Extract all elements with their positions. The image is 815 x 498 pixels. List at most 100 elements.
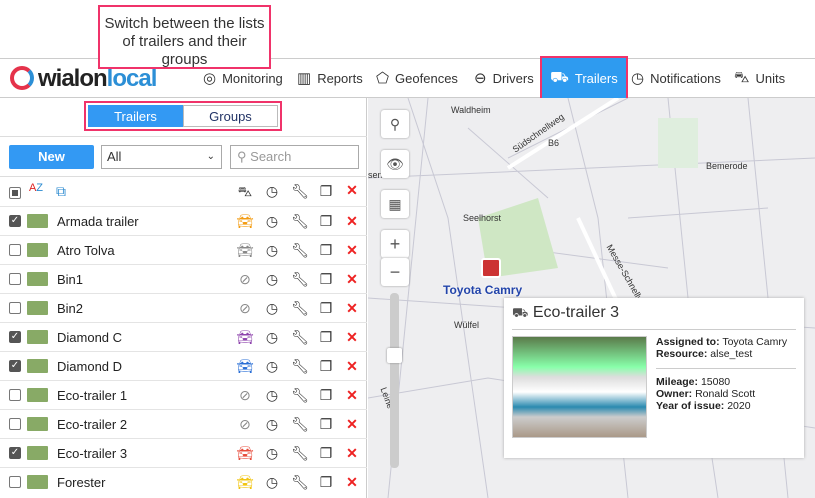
table-row[interactable]: Bin1 ⊘ ◷ 🔧︎ ❐ ✕ [0,264,367,293]
copy-icon[interactable]: ❐ [317,300,335,317]
wrench-icon[interactable]: 🔧︎ [291,387,309,404]
trailer-name[interactable]: Atro Tolva [57,243,115,258]
tab-trailers[interactable]: Trailers [88,105,183,127]
wrench-icon[interactable]: 🔧︎ [291,242,309,259]
wrench-icon[interactable]: 🔧︎ [291,416,309,433]
copy-icon[interactable]: ❐ [317,358,335,375]
trailer-name[interactable]: Bin2 [57,301,83,316]
row-checkbox[interactable]: ✓ [9,360,21,372]
row-checkbox[interactable] [9,302,21,314]
wrench-icon[interactable]: 🔧︎ [291,329,309,346]
unit-map-label[interactable]: Toyota Camry [443,283,522,297]
table-row[interactable]: ✓ Diamond D 🚘︎ ◷ 🔧︎ ❐ ✕ [0,351,367,380]
delete-icon[interactable]: ✕ [343,358,361,375]
copy-icon[interactable]: ❐ [317,474,335,491]
table-row[interactable]: Atro Tolva 🚘︎ ◷ 🔧︎ ❐ ✕ [0,235,367,264]
search-input[interactable]: ⚲ Search [230,145,359,169]
sort-az-icon[interactable]: AZ [27,182,45,194]
wrench-icon[interactable]: 🔧︎ [291,183,309,200]
unit-car-icon[interactable]: 🚘︎ [236,329,254,346]
delete-icon[interactable]: ✕ [343,213,361,230]
history-icon[interactable]: ◷ [263,387,281,404]
copy-icon[interactable]: ❐ [317,445,335,462]
unit-car-icon[interactable]: 🚘︎ [236,445,254,462]
table-row[interactable]: ✓ Eco-trailer 3 🚘︎ ◷ 🔧︎ ❐ ✕ [0,438,367,467]
history-icon[interactable]: ◷ [263,416,281,433]
delete-icon[interactable]: ✕ [343,242,361,259]
wrench-icon[interactable]: 🔧︎ [291,445,309,462]
wrench-icon[interactable]: 🔧︎ [291,213,309,230]
trailer-name[interactable]: Eco-trailer 2 [57,417,127,432]
table-row[interactable]: ✓ Armada trailer 🚘︎ ◷ 🔧︎ ❐ ✕ [0,206,367,235]
nav-reports[interactable]: ▥ Reports [297,59,363,97]
history-icon[interactable]: ◷ [263,358,281,375]
copy-icon[interactable]: ❐ [317,416,335,433]
trailer-name[interactable]: Armada trailer [57,214,139,229]
select-all-checkbox[interactable] [9,187,21,199]
wrench-icon[interactable]: 🔧︎ [291,358,309,375]
zoom-out-button[interactable]: − [381,258,409,286]
copy-icon[interactable]: ❐ [317,242,335,259]
history-icon[interactable]: ◷ [263,213,281,230]
trailer-name[interactable]: Bin1 [57,272,83,287]
wrench-icon[interactable]: 🔧︎ [291,474,309,491]
delete-icon[interactable]: ✕ [343,271,361,288]
unlink-icon[interactable]: ⊘ [236,387,254,404]
trailer-name[interactable]: Eco-trailer 1 [57,388,127,403]
copy-icon[interactable]: ❐ [317,271,335,288]
history-icon[interactable]: ◷ [263,183,281,200]
delete-icon[interactable]: ✕ [343,300,361,317]
unit-car-icon[interactable]: 🚘︎ [236,242,254,259]
delete-icon[interactable]: ✕ [343,474,361,491]
delete-icon[interactable]: ✕ [343,182,361,199]
nav-notifications[interactable]: ◷ Notifications [631,59,721,97]
unit-car-icon[interactable]: 🚘︎ [236,358,254,375]
history-icon[interactable]: ◷ [263,329,281,346]
row-checkbox[interactable]: ✓ [9,331,21,343]
wrench-icon[interactable]: 🔧︎ [291,300,309,317]
trailer-name[interactable]: Diamond C [57,330,122,345]
zoom-in-button[interactable]: + [381,230,409,258]
trailer-name[interactable]: Eco-trailer 3 [57,446,127,461]
zoom-slider-handle[interactable] [387,348,402,363]
row-checkbox[interactable]: ✓ [9,215,21,227]
wrench-icon[interactable]: 🔧︎ [291,271,309,288]
tab-groups[interactable]: Groups [183,105,278,127]
copy-icon[interactable]: ❐ [317,387,335,404]
nav-units[interactable]: ⛍ Units [734,59,785,97]
history-icon[interactable]: ◷ [263,271,281,288]
delete-icon[interactable]: ✕ [343,329,361,346]
delete-icon[interactable]: ✕ [343,416,361,433]
delete-icon[interactable]: ✕ [343,445,361,462]
table-row[interactable]: Eco-trailer 2 ⊘ ◷ 🔧︎ ❐ ✕ [0,409,367,438]
history-icon[interactable]: ◷ [263,242,281,259]
row-checkbox[interactable]: ✓ [9,447,21,459]
new-button[interactable]: New [9,145,94,169]
copy-icon[interactable]: ❐ [317,329,335,346]
table-row[interactable]: Bin2 ⊘ ◷ 🔧︎ ❐ ✕ [0,293,367,322]
table-row[interactable]: Forester 🚘︎ ◷ 🔧︎ ❐ ✕ [0,467,367,496]
delete-icon[interactable]: ✕ [343,387,361,404]
row-checkbox[interactable] [9,244,21,256]
history-icon[interactable]: ◷ [263,445,281,462]
group-icon[interactable]: ⧉ [52,183,70,200]
unit-car-icon[interactable]: 🚘︎ [236,213,254,230]
nav-drivers[interactable]: ⊖ Drivers [474,59,534,97]
unlink-icon[interactable]: ⊘ [236,300,254,317]
map-visibility-button[interactable]: 👁︎ [381,150,409,178]
nav-trailers[interactable]: ⛟ Trailers [540,56,628,100]
table-row[interactable]: Eco-trailer 1 ⊘ ◷ 🔧︎ ❐ ✕ [0,380,367,409]
unit-column-icon[interactable]: ⛍ [236,183,254,202]
filter-select[interactable]: All ⌄ [101,145,222,169]
row-checkbox[interactable] [9,476,21,488]
unit-car-icon[interactable]: 🚘︎ [236,474,254,491]
unit-marker-icon[interactable] [481,258,501,278]
nav-geofences[interactable]: ⬠ Geofences [376,59,458,97]
unlink-icon[interactable]: ⊘ [236,271,254,288]
copy-icon[interactable]: ❐ [317,213,335,230]
zoom-slider[interactable] [390,293,399,468]
row-checkbox[interactable] [9,273,21,285]
row-checkbox[interactable] [9,389,21,401]
history-icon[interactable]: ◷ [263,474,281,491]
map-search-button[interactable]: ⚲ [381,110,409,138]
